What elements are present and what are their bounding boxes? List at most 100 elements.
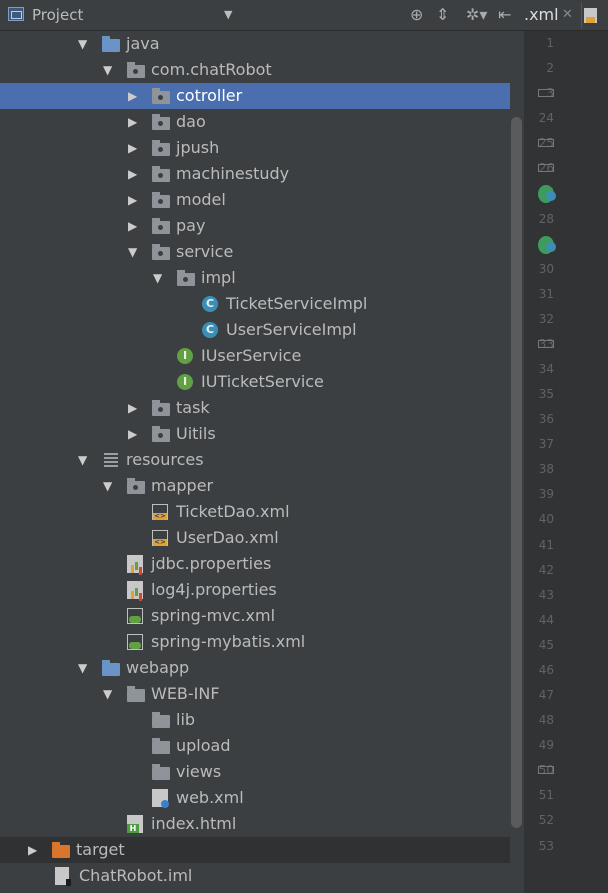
tree-row[interactable]: ▼ resources bbox=[0, 447, 510, 473]
expanded-arrow-icon[interactable]: ▼ bbox=[103, 473, 112, 499]
hide-panel-icon[interactable]: ⇤ bbox=[498, 5, 511, 24]
expanded-arrow-icon[interactable]: ▼ bbox=[128, 239, 137, 265]
tree-item-label[interactable]: UserDao.xml bbox=[176, 525, 279, 551]
tree-row[interactable]: ▼ java bbox=[0, 31, 510, 57]
fold-marker-icon[interactable] bbox=[538, 89, 554, 98]
gutter-spring-bean-icon[interactable] bbox=[538, 235, 556, 254]
tree-item-label[interactable]: index.html bbox=[151, 811, 236, 837]
locate-icon[interactable]: ⊕ bbox=[410, 5, 423, 24]
editor-tab[interactable]: .xml ✕ bbox=[524, 0, 608, 31]
tree-item-label[interactable]: IUTicketService bbox=[201, 369, 324, 395]
expanded-arrow-icon[interactable]: ▼ bbox=[78, 655, 87, 681]
tree-row[interactable]: TicketDao.xml bbox=[0, 499, 510, 525]
collapsed-arrow-icon[interactable]: ▶ bbox=[128, 213, 137, 239]
settings-icon[interactable]: ✲▾ bbox=[466, 5, 487, 24]
expanded-arrow-icon[interactable]: ▼ bbox=[78, 31, 87, 57]
tree-item-label[interactable]: model bbox=[176, 187, 226, 213]
fold-marker-icon[interactable] bbox=[538, 766, 554, 775]
tree-item-label[interactable]: spring-mybatis.xml bbox=[151, 629, 305, 655]
panel-title[interactable]: Project bbox=[32, 6, 83, 24]
tree-item-label[interactable]: UserServiceImpl bbox=[226, 317, 357, 343]
tree-item-label[interactable]: jpush bbox=[176, 135, 219, 161]
tree-item-label[interactable]: pay bbox=[176, 213, 205, 239]
tree-row[interactable]: log4j.properties bbox=[0, 577, 510, 603]
expanded-arrow-icon[interactable]: ▼ bbox=[78, 447, 87, 473]
tree-row[interactable]: ▶ jpush bbox=[0, 135, 510, 161]
tree-item-label[interactable]: upload bbox=[176, 733, 231, 759]
tree-item-label[interactable]: resources bbox=[126, 447, 204, 473]
tree-item-label[interactable]: TicketServiceImpl bbox=[226, 291, 367, 317]
tree-item-label[interactable]: java bbox=[126, 31, 160, 57]
collapsed-arrow-icon[interactable]: ▶ bbox=[28, 837, 37, 863]
tree-row[interactable]: ▶ pay bbox=[0, 213, 510, 239]
fold-marker-icon[interactable] bbox=[538, 139, 554, 148]
collapsed-arrow-icon[interactable]: ▶ bbox=[128, 395, 137, 421]
tree-item-label[interactable]: Uitils bbox=[176, 421, 216, 447]
tree-row[interactable]: ▶ task bbox=[0, 395, 510, 421]
tree-row[interactable]: web.xml bbox=[0, 785, 510, 811]
gutter-spring-bean-icon[interactable] bbox=[538, 185, 556, 204]
tree-row[interactable]: ▼ webapp bbox=[0, 655, 510, 681]
tree-row[interactable]: ▼ com.chatRobot bbox=[0, 57, 510, 83]
tree-row[interactable]: ▶ Uitils bbox=[0, 421, 510, 447]
tree-row[interactable]: ▶ dao bbox=[0, 109, 510, 135]
tree-row[interactable]: jdbc.properties bbox=[0, 551, 510, 577]
tree-item-label[interactable]: machinestudy bbox=[176, 161, 289, 187]
collapsed-arrow-icon[interactable]: ▶ bbox=[128, 421, 137, 447]
tree-item-label[interactable]: TicketDao.xml bbox=[176, 499, 290, 525]
view-dropdown-chevron-icon[interactable]: ▼ bbox=[224, 8, 232, 21]
expanded-arrow-icon[interactable]: ▼ bbox=[103, 57, 112, 83]
collapsed-arrow-icon[interactable]: ▶ bbox=[128, 135, 137, 161]
fold-marker-icon[interactable] bbox=[538, 339, 554, 348]
expanded-arrow-icon[interactable]: ▼ bbox=[153, 265, 162, 291]
tree-row[interactable]: I IUserService bbox=[0, 343, 510, 369]
tree-item-label[interactable]: dao bbox=[176, 109, 206, 135]
tree-row[interactable]: upload bbox=[0, 733, 510, 759]
tree-row[interactable]: C TicketServiceImpl bbox=[0, 291, 510, 317]
collapsed-arrow-icon[interactable]: ▶ bbox=[128, 187, 137, 213]
tree-item-label[interactable]: mapper bbox=[151, 473, 213, 499]
tree-item-label[interactable]: webapp bbox=[126, 655, 189, 681]
editor-tab-label[interactable]: .xml bbox=[524, 5, 559, 24]
tree-item-label[interactable]: jdbc.properties bbox=[151, 551, 271, 577]
tree-item-label[interactable]: task bbox=[176, 395, 210, 421]
tree-row[interactable]: ▶ machinestudy bbox=[0, 161, 510, 187]
expanded-arrow-icon[interactable]: ▼ bbox=[103, 681, 112, 707]
tree-row[interactable]: I IUTicketService bbox=[0, 369, 510, 395]
tree-row[interactable]: ▶ target bbox=[0, 837, 510, 863]
tree-item-label[interactable]: com.chatRobot bbox=[151, 57, 272, 83]
tree-row[interactable]: ChatRobot.iml bbox=[0, 863, 510, 889]
tree-row[interactable]: ▼ mapper bbox=[0, 473, 510, 499]
tree-item-label[interactable]: views bbox=[176, 759, 221, 785]
collapsed-arrow-icon[interactable]: ▶ bbox=[128, 83, 137, 109]
tree-item-label[interactable]: spring-mvc.xml bbox=[151, 603, 275, 629]
tree-row[interactable]: ▶ cotroller bbox=[0, 83, 510, 109]
tree-scrollbar[interactable] bbox=[511, 117, 522, 828]
tree-item-label[interactable]: cotroller bbox=[176, 83, 242, 109]
tree-item-label[interactable]: service bbox=[176, 239, 233, 265]
tree-item-label[interactable]: impl bbox=[201, 265, 236, 291]
tree-item-label[interactable]: web.xml bbox=[176, 785, 244, 811]
tree-row[interactable]: views bbox=[0, 759, 510, 785]
tree-item-label[interactable]: log4j.properties bbox=[151, 577, 277, 603]
collapsed-arrow-icon[interactable]: ▶ bbox=[128, 161, 137, 187]
tree-row[interactable]: C UserServiceImpl bbox=[0, 317, 510, 343]
tree-row[interactable]: ▼ WEB-INF bbox=[0, 681, 510, 707]
close-tab-icon[interactable]: ✕ bbox=[562, 7, 573, 22]
tree-item-label[interactable]: lib bbox=[176, 707, 195, 733]
tree-row[interactable]: spring-mvc.xml bbox=[0, 603, 510, 629]
tree-row[interactable]: lib bbox=[0, 707, 510, 733]
tree-item-label[interactable]: IUserService bbox=[201, 343, 301, 369]
tree-row[interactable]: ▼ service bbox=[0, 239, 510, 265]
tree-row[interactable]: ▶ model bbox=[0, 187, 510, 213]
tree-item-label[interactable]: ChatRobot.iml bbox=[79, 863, 192, 889]
xml-file-tab-icon[interactable] bbox=[584, 8, 597, 23]
collapse-all-icon[interactable]: ⇕ bbox=[436, 5, 449, 24]
collapsed-arrow-icon[interactable]: ▶ bbox=[128, 109, 137, 135]
tree-row[interactable]: index.html bbox=[0, 811, 510, 837]
tree-row[interactable]: ▼ impl bbox=[0, 265, 510, 291]
tree-row[interactable]: UserDao.xml bbox=[0, 525, 510, 551]
tree-item-label[interactable]: target bbox=[76, 837, 125, 863]
tree-item-label[interactable]: WEB-INF bbox=[151, 681, 220, 707]
fold-marker-icon[interactable] bbox=[538, 164, 554, 173]
